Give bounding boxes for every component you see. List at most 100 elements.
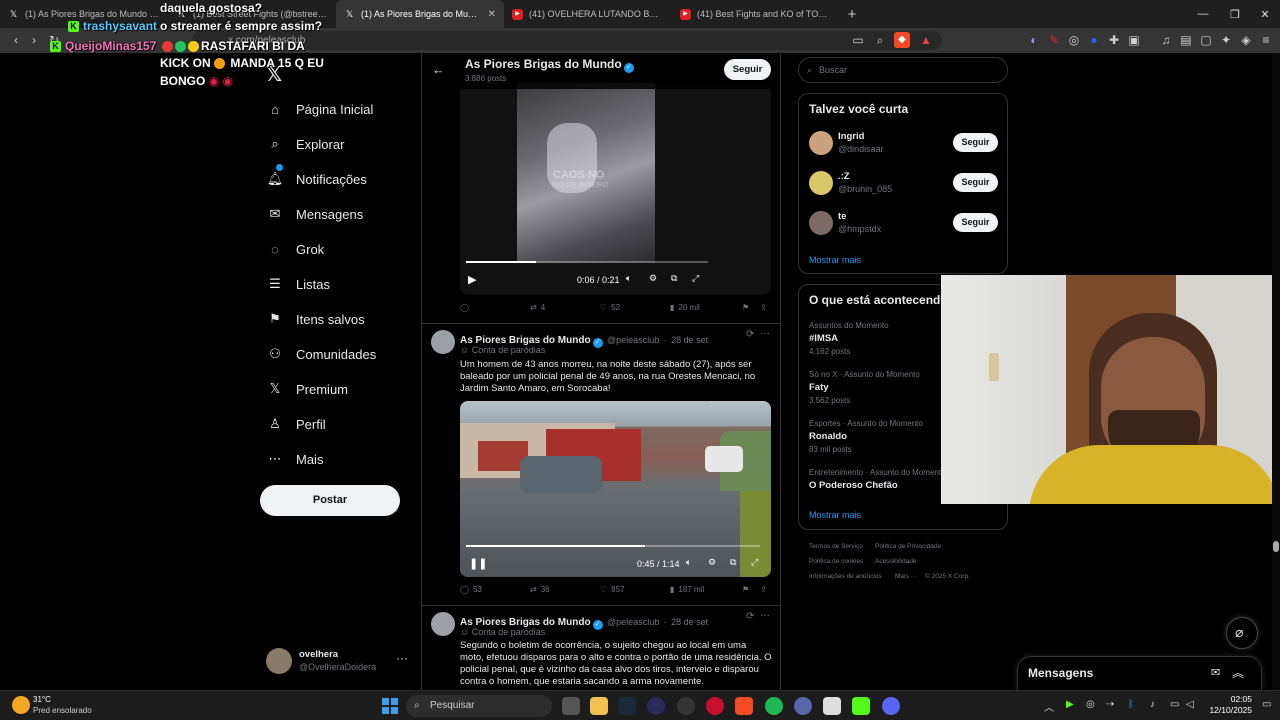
video-progress-track[interactable] [466, 545, 760, 547]
spotify-icon[interactable] [765, 697, 783, 715]
nav-item-mais[interactable]: ⋯ Mais [266, 446, 324, 472]
show-more-link[interactable]: Mostrar mais [809, 255, 861, 265]
volume-icon[interactable]: 🔈︎ [686, 557, 691, 568]
wallet-icon[interactable]: ▢ [1198, 32, 1214, 48]
browser-tab-active[interactable]: 𝕏(1) As Piores Brigas do Mundo (@✕ [336, 0, 504, 28]
avatar[interactable] [431, 612, 455, 636]
vpn-icon[interactable]: ◈ [1238, 32, 1254, 48]
kick-icon[interactable] [852, 697, 870, 715]
follow-button[interactable]: Seguir [953, 173, 998, 192]
page-scrollbar[interactable] [1272, 53, 1280, 690]
share-icon[interactable]: ⇪ [760, 303, 767, 312]
tray-icon[interactable]: ⇢ [1106, 699, 1114, 710]
extension-icon[interactable]: ◐ [1026, 32, 1042, 48]
leo-icon[interactable]: ✦ [1218, 32, 1234, 48]
grok-icon[interactable]: ⟳ [746, 611, 754, 622]
task-view-icon[interactable] [562, 697, 580, 715]
follow-suggestion[interactable]: .:Z @brunin_085 Seguir [799, 170, 1007, 204]
nav-item-explorar[interactable]: ⌕ Explorar [266, 131, 344, 157]
media-icon[interactable]: ♫ [1158, 32, 1174, 48]
follow-button[interactable]: Seguir [724, 59, 771, 80]
screenshot-icon[interactable]: ▣ [1126, 32, 1142, 48]
nav-item-listas[interactable]: ☰ Listas [266, 271, 330, 297]
network-icon[interactable]: ▭ [1170, 699, 1179, 710]
pip-icon[interactable]: ⧉ [671, 273, 677, 284]
pip-icon[interactable]: ⧉ [730, 557, 736, 568]
video-player[interactable]: · ❚❚ 0:45 / 1:14 🔈︎ ⚙ ⧉ ⤢ [460, 401, 771, 577]
footer-link[interactable]: Acessibilidade [875, 558, 917, 565]
nav-item-premium[interactable]: 𝕏 Premium [266, 376, 348, 402]
new-message-icon[interactable]: ✉ [1211, 666, 1220, 679]
volume-icon[interactable]: 🔈︎ [626, 273, 631, 284]
brave-icon[interactable] [735, 697, 753, 715]
nav-item-grok[interactable]: ◌ Grok [266, 236, 324, 262]
mic-icon[interactable]: ♪ [1150, 699, 1155, 710]
obs-icon[interactable] [677, 697, 695, 715]
chevron-up-icon[interactable]: ︽ [1232, 664, 1244, 681]
more-icon[interactable]: ··· [760, 328, 770, 339]
browser-tab[interactable]: ▶(41) OVELHERA LUTANDO BOXE KKKK [504, 0, 672, 28]
tray-icon[interactable]: ◎ [1086, 699, 1095, 710]
fullscreen-icon[interactable]: ⤢ [751, 557, 758, 568]
account-switcher[interactable]: ovelhera @OvelheraDoidera ··· [266, 647, 411, 675]
follow-suggestion[interactable]: Ingrid @dindisaar Seguir [799, 130, 1007, 164]
views-button[interactable]: ▮ 187 mil [670, 585, 704, 594]
footer-link[interactable]: Política de cookies [809, 558, 863, 565]
grok-icon[interactable]: ⟳ [746, 329, 754, 340]
maximize-button[interactable]: ❐ [1218, 0, 1252, 28]
footer-link[interactable]: Termos de Serviço [809, 543, 863, 550]
close-tab-icon[interactable]: ✕ [488, 9, 496, 20]
nav-item-mensagens[interactable]: ✉ Mensagens [266, 201, 364, 227]
back-arrow-icon[interactable]: ← [432, 62, 445, 77]
notepad-icon[interactable] [823, 697, 841, 715]
sidebar-icon[interactable]: ▤ [1178, 32, 1194, 48]
share-icon[interactable]: ⇪ [760, 585, 767, 594]
puzzle-icon[interactable]: ✚ [1106, 32, 1122, 48]
video-player[interactable]: CAOS NO RIO DE JANEIRO ▶ 0:06 / 0:21 🔈︎ … [460, 83, 771, 295]
extension-icon[interactable]: ✎ [1046, 32, 1062, 48]
nav-item-notificações[interactable]: 🔔︎ Notificações [266, 164, 367, 192]
file-explorer-icon[interactable] [590, 697, 608, 715]
close-window-button[interactable]: ✕ [1248, 0, 1280, 28]
chevron-up-icon[interactable]: ︿ [1044, 699, 1054, 714]
follow-button[interactable]: Seguir [953, 213, 998, 232]
footer-link[interactable]: Informações de anúncios [809, 573, 882, 580]
views-button[interactable]: ▮ 20 mil [670, 303, 700, 312]
nav-item-perfil[interactable]: ♙ Perfil [266, 411, 325, 437]
back-icon[interactable]: ‹ [8, 32, 24, 48]
opera-icon[interactable] [706, 697, 724, 715]
extension-icon[interactable]: ◎ [1066, 32, 1082, 48]
forward-icon[interactable]: › [26, 32, 42, 48]
pause-icon[interactable]: ❚❚ [469, 557, 487, 570]
video-progress-track[interactable] [466, 261, 708, 263]
footer-link[interactable]: Mais ··· [895, 573, 917, 580]
scrollbar-thumb[interactable] [1273, 541, 1279, 552]
zoom-icon[interactable]: ⌕ [872, 32, 888, 48]
fullscreen-icon[interactable]: ⤢ [692, 273, 699, 284]
windows-start-icon[interactable] [382, 698, 398, 714]
follow-button[interactable]: Seguir [953, 133, 998, 152]
speaker-icon[interactable]: ◁ [1186, 699, 1194, 710]
app-icon[interactable] [647, 697, 665, 715]
cast-icon[interactable]: ▭ [850, 32, 866, 48]
kick-tray-icon[interactable]: ▶ [1066, 699, 1074, 710]
menu-icon[interactable]: ≡ [1258, 32, 1274, 48]
retweet-button[interactable]: ⇄ 36 [530, 585, 550, 594]
show-more-link[interactable]: Mostrar mais [809, 510, 861, 520]
new-tab-button[interactable]: + [840, 6, 864, 23]
messages-drawer[interactable]: Mensagens ✉ ︽ [1017, 656, 1262, 690]
like-button[interactable]: ♡ 52 [600, 303, 620, 312]
search-input[interactable]: ⌕ Buscar [798, 57, 1008, 83]
steam-icon[interactable] [618, 697, 636, 715]
minimize-button[interactable]: — [1186, 0, 1220, 28]
app-icon[interactable] [794, 697, 812, 715]
grok-chat-button[interactable]: ⌀ [1226, 617, 1258, 649]
bluetooth-icon[interactable]: ᛒ [1128, 699, 1134, 710]
weather-icon[interactable] [12, 696, 30, 714]
nav-item-página-inicial[interactable]: ⌂ Página Inicial [266, 96, 373, 122]
rewards-icon[interactable]: ▲ [918, 32, 934, 48]
brave-shield-icon[interactable]: ◆ [894, 32, 910, 48]
discord-icon[interactable] [882, 697, 900, 715]
taskbar-search[interactable]: ⌕ Pesquisar [406, 695, 552, 717]
play-icon[interactable]: ▶ [468, 273, 476, 286]
